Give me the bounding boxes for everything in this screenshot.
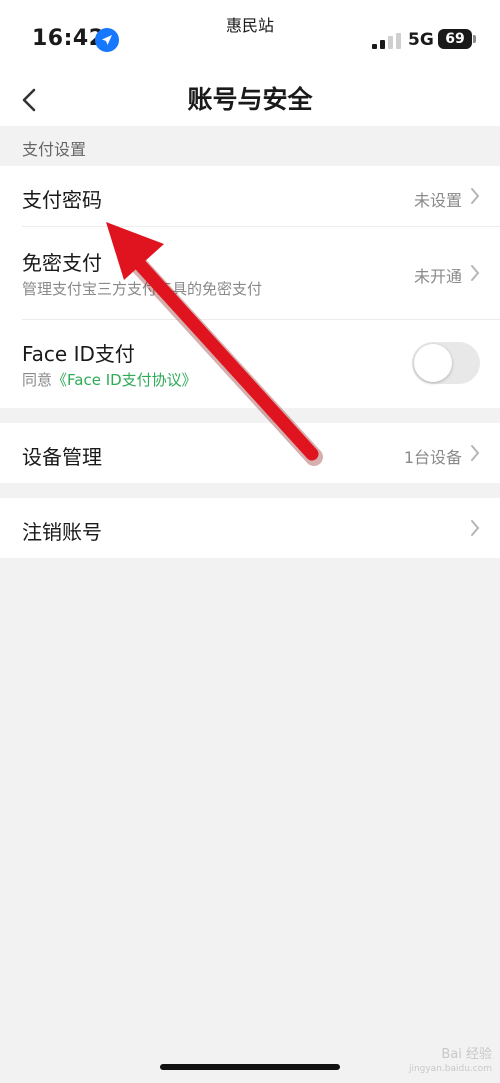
row-title: 免密支付 [22,251,102,275]
cancel-account-row[interactable]: 注销账号 [0,498,500,558]
payment-password-row[interactable]: 支付密码 未设置 [0,166,500,226]
chevron-right-icon [471,265,480,281]
watermark-line1: Bai 经验 [441,1047,492,1062]
signal-bars-icon [372,33,401,49]
row-title: 设备管理 [22,445,102,469]
device-management-row[interactable]: 设备管理 1台设备 [0,423,500,483]
row-value: 未设置 [413,191,462,210]
chevron-right-icon [471,445,480,461]
row-title: 支付密码 [22,188,102,212]
row-title: Face ID支付 [22,342,135,366]
agree-label: 同意 [22,371,53,389]
password-free-payment-row[interactable]: 免密支付 管理支付宝三方支付工具的免密支付 未开通 [0,227,500,319]
face-id-payment-row: Face ID支付 同意《Face ID支付协议》 [0,320,500,408]
row-title: 注销账号 [22,520,102,544]
row-subtitle: 同意《Face ID支付协议》 [22,369,197,390]
face-id-toggle[interactable] [412,342,480,384]
row-value: 1台设备 [403,448,462,467]
watermark-line2: jingyan.baidu.com [408,1064,492,1074]
battery-tip [473,35,476,43]
row-subtitle: 管理支付宝三方支付工具的免密支付 [22,280,263,298]
section-header-payment: 支付设置 [22,140,87,159]
page-title: 账号与安全 [187,85,313,114]
payment-settings-group: 支付密码 未设置 免密支付 管理支付宝三方支付工具的免密支付 未开通 Face … [0,166,500,408]
network-type: 5G [408,30,434,50]
row-value: 未开通 [413,267,462,286]
toggle-knob [414,344,452,382]
watermark: Bai 经验 jingyan.baidu.com [409,1047,492,1077]
face-id-agreement-link[interactable]: 《Face ID支付协议》 [52,371,197,389]
nav-bar: 账号与安全 [0,72,500,126]
chevron-right-icon [471,188,480,204]
home-indicator [160,1064,340,1070]
battery-icon: 69 [438,29,472,49]
chevron-right-icon [471,520,480,536]
status-bar: 16:42 惠民站 5G 69 [0,0,500,72]
